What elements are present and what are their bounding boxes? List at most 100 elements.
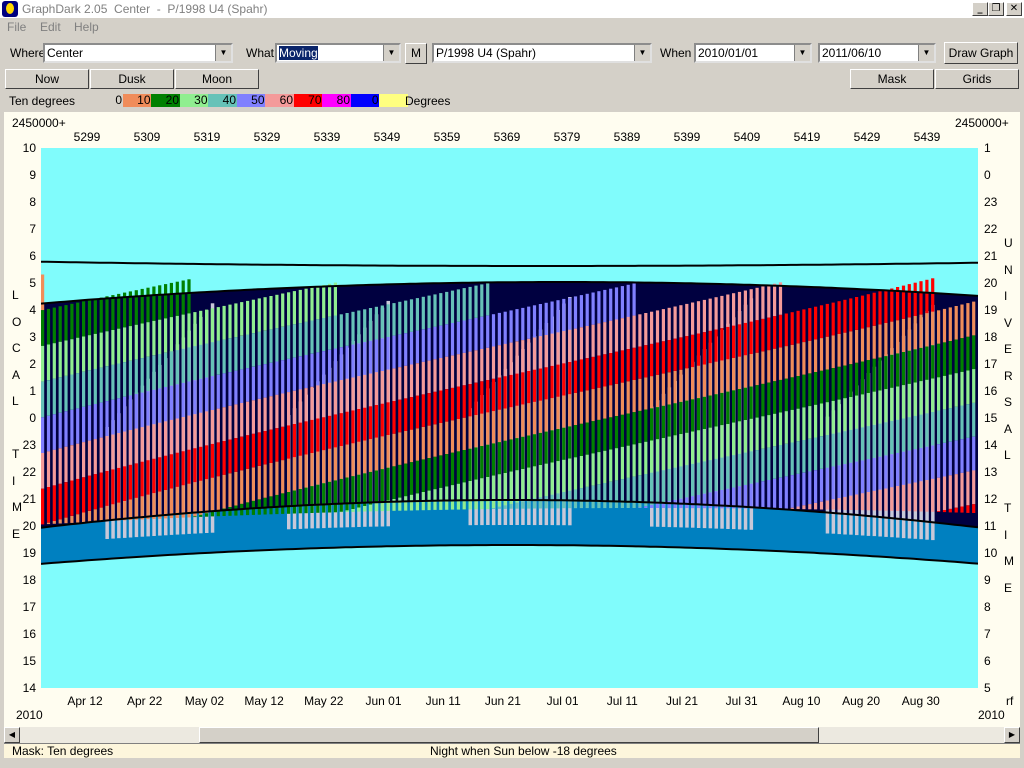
- dusk-button[interactable]: Dusk: [90, 69, 174, 89]
- menu-help[interactable]: Help: [74, 20, 99, 34]
- altitude-band-stripe: [819, 370, 824, 404]
- ut-letter: U: [1004, 236, 1013, 250]
- minimize-button[interactable]: _: [972, 2, 988, 16]
- m-button[interactable]: M: [405, 43, 427, 64]
- date-tick: Jul 11: [606, 694, 638, 708]
- altitude-band-stripe: [814, 470, 818, 503]
- altitude-band-stripe: [550, 494, 554, 509]
- date-from-select[interactable]: 2010/01/01 ▼: [694, 43, 812, 63]
- altitude-band-stripe: [421, 394, 425, 427]
- altitude-band-stripe: [708, 427, 712, 461]
- chevron-down-icon[interactable]: ▼: [215, 45, 231, 61]
- grids-button[interactable]: Grids: [935, 69, 1019, 89]
- altitude-band-stripe: [942, 476, 947, 510]
- draw-graph-button[interactable]: Draw Graph: [944, 42, 1018, 64]
- scroll-left-button[interactable]: ◀: [4, 727, 20, 743]
- altitude-band-stripe: [450, 290, 455, 323]
- altitude-band-stripe: [726, 424, 730, 457]
- altitude-band-stripe: [210, 376, 214, 410]
- altitude-band-stripe: [99, 507, 103, 522]
- altitude-band-stripe: [790, 312, 794, 345]
- altitude-band-stripe: [843, 332, 847, 366]
- altitude-band-stripe: [661, 405, 665, 438]
- mask-button[interactable]: Mask: [850, 69, 934, 89]
- altitude-band-stripe: [919, 281, 923, 315]
- date-to-select[interactable]: 2011/06/10 ▼: [818, 43, 936, 63]
- altitude-band-stripe: [462, 352, 466, 386]
- altitude-band-stripe: [626, 381, 630, 414]
- close-button[interactable]: ✕: [1006, 2, 1022, 16]
- altitude-band-stripe: [538, 336, 542, 369]
- altitude-band-stripe: [778, 412, 783, 445]
- altitude-band-stripe: [691, 496, 695, 509]
- altitude-band-stripe: [597, 452, 601, 485]
- what-select[interactable]: Moving ▼: [275, 43, 401, 63]
- jd-prefix-left: 2450000+: [12, 116, 66, 130]
- legend-swatch: 0: [94, 94, 123, 107]
- altitude-band-stripe: [667, 436, 671, 469]
- altitude-band-stripe: [925, 279, 929, 314]
- altitude-band-stripe: [632, 347, 636, 380]
- altitude-band-stripe: [913, 316, 917, 350]
- altitude-band-stripe: [298, 289, 302, 324]
- altitude-band-stripe: [210, 511, 214, 517]
- altitude-band-stripe: [626, 445, 630, 478]
- altitude-band-stripe: [878, 489, 882, 511]
- altitude-band-stripe: [860, 493, 865, 511]
- now-button[interactable]: Now: [5, 69, 89, 89]
- altitude-band-stripe: [486, 412, 490, 445]
- altitude-band-stripe: [152, 355, 156, 390]
- restore-button[interactable]: ❐: [988, 2, 1004, 16]
- altitude-band-stripe: [111, 364, 115, 400]
- altitude-band-stripe: [76, 443, 80, 479]
- altitude-band-stripe: [767, 415, 771, 448]
- altitude-band-stripe: [960, 472, 964, 507]
- jd-tick: 5359: [433, 130, 461, 144]
- altitude-band-stripe: [333, 381, 337, 415]
- altitude-band-stripe: [521, 436, 525, 469]
- altitude-band-stripe: [304, 454, 308, 488]
- chevron-down-icon[interactable]: ▼: [634, 45, 650, 61]
- altitude-band-stripe: [64, 375, 68, 412]
- altitude-band-stripe: [691, 302, 695, 335]
- altitude-band-stripe: [64, 411, 68, 447]
- altitude-band-stripe: [216, 307, 220, 341]
- altitude-band-stripe: [193, 346, 197, 381]
- visibility-plot[interactable]: [41, 148, 978, 688]
- altitude-band-stripe: [345, 411, 349, 445]
- menu-edit[interactable]: Edit: [40, 20, 61, 34]
- altitude-band-stripe: [58, 377, 62, 413]
- altitude-band-stripe: [240, 302, 244, 336]
- altitude-band-stripe: [966, 336, 970, 371]
- horizontal-scrollbar[interactable]: ◀ ▶: [4, 727, 1020, 743]
- altitude-band-stripe: [503, 311, 507, 344]
- altitude-band-stripe: [281, 293, 285, 327]
- altitude-band-stripe: [193, 482, 197, 517]
- menu-file[interactable]: File: [7, 20, 26, 34]
- altitude-band-stripe: [58, 341, 62, 378]
- altitude-band-stripe: [128, 430, 132, 465]
- altitude-band-stripe: [913, 449, 917, 483]
- altitude-band-stripe: [105, 296, 109, 332]
- altitude-band-stripe: [52, 521, 56, 524]
- chevron-down-icon[interactable]: ▼: [383, 45, 399, 61]
- altitude-band-stripe: [46, 487, 51, 523]
- app-icon[interactable]: [2, 1, 18, 17]
- moon-button[interactable]: Moon: [175, 69, 259, 89]
- altitude-band-stripe: [872, 457, 876, 491]
- object-select[interactable]: P/1998 U4 (Spahr) ▼: [432, 43, 652, 63]
- scroll-thumb[interactable]: [199, 727, 819, 743]
- altitude-band-stripe: [169, 454, 173, 489]
- altitude-band-stripe: [691, 334, 695, 368]
- where-select[interactable]: Center ▼: [43, 43, 233, 63]
- altitude-band-stripe: [638, 346, 642, 379]
- altitude-band-stripe: [486, 444, 490, 477]
- chevron-down-icon[interactable]: ▼: [794, 45, 810, 61]
- altitude-band-stripe: [281, 326, 285, 361]
- chevron-down-icon[interactable]: ▼: [918, 45, 934, 61]
- altitude-band-stripe: [374, 503, 378, 512]
- altitude-band-stripe: [328, 415, 332, 449]
- altitude-band-stripe: [784, 411, 788, 444]
- scroll-right-button[interactable]: ▶: [1004, 727, 1020, 743]
- altitude-band-stripe: [351, 344, 355, 378]
